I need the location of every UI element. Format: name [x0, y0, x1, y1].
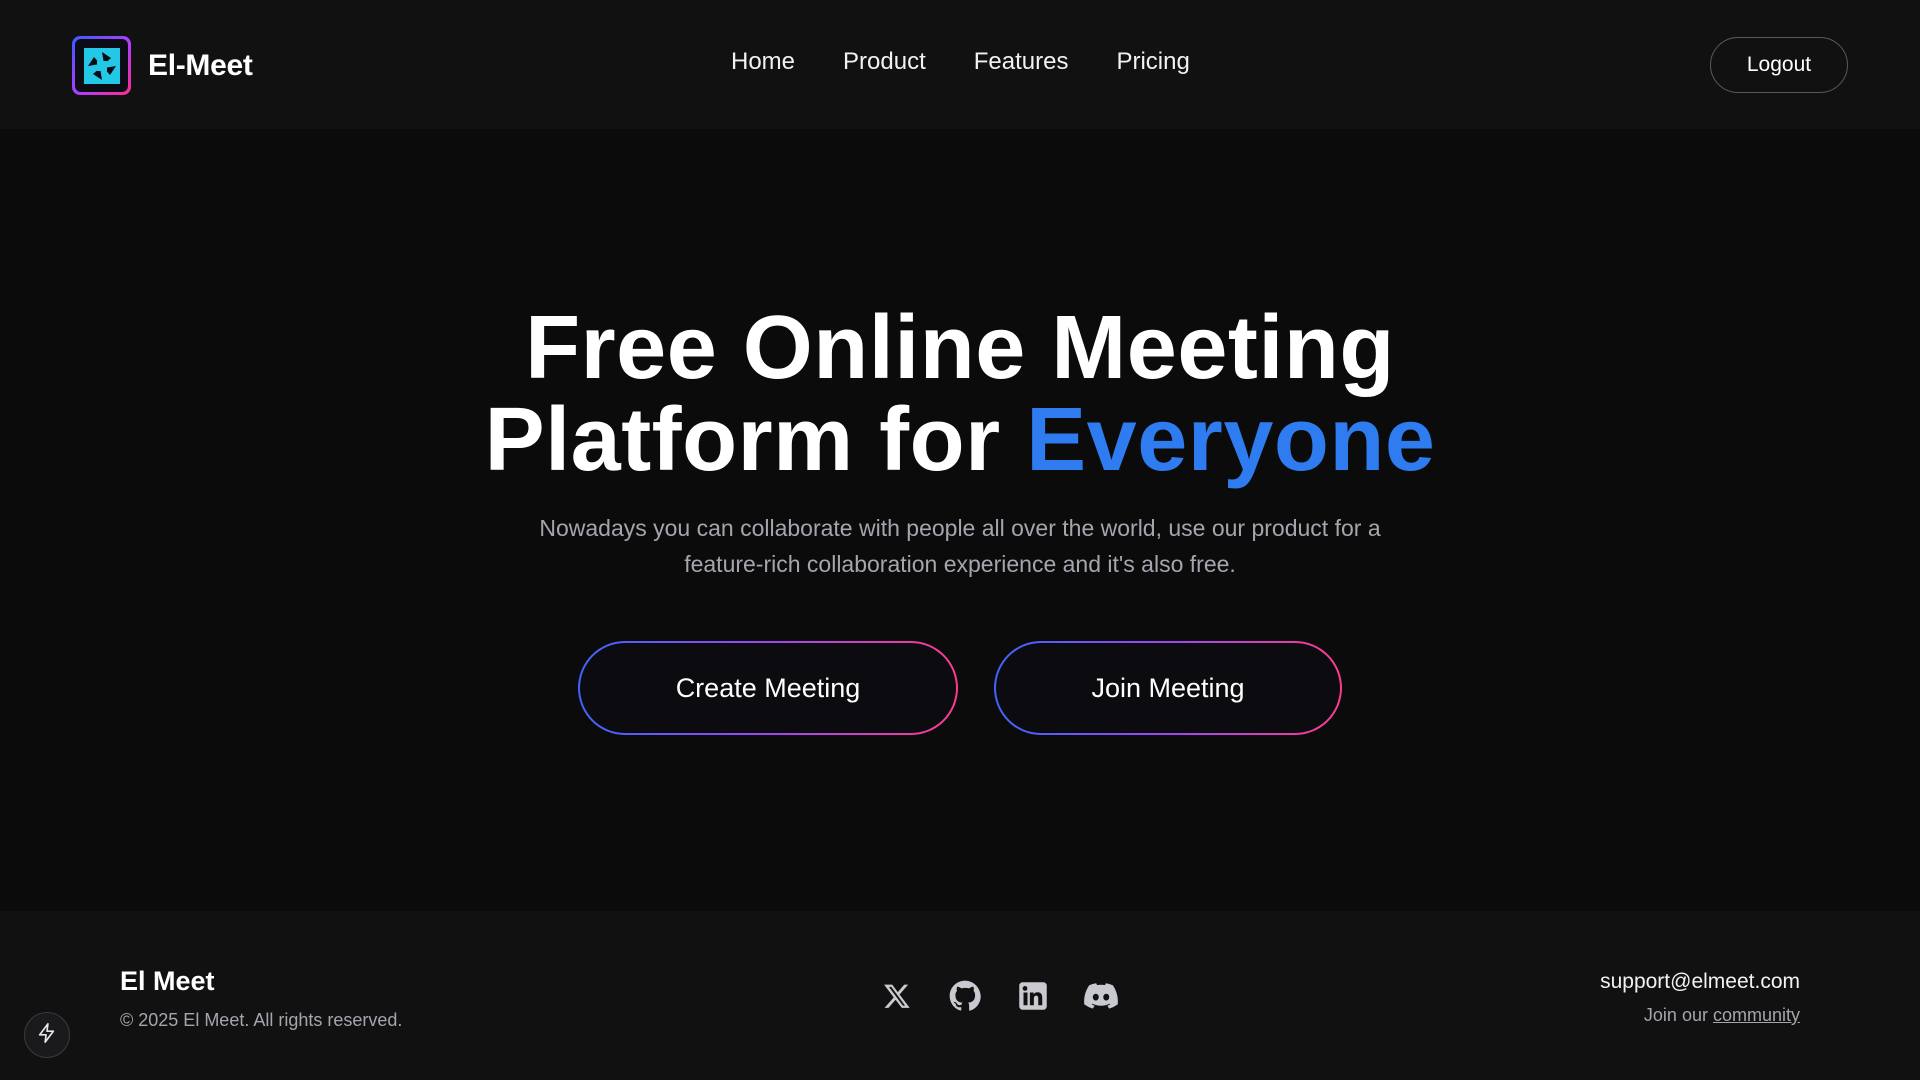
aperture-icon — [75, 39, 128, 92]
bolt-icon — [36, 1022, 58, 1049]
logo[interactable] — [72, 36, 131, 95]
github-icon[interactable] — [948, 979, 982, 1013]
support-email[interactable]: support@elmeet.com — [1600, 970, 1800, 994]
x-icon[interactable] — [880, 979, 914, 1013]
create-meeting-label: Create Meeting — [580, 643, 956, 733]
hero-title-accent: Everyone — [1026, 390, 1436, 490]
footer-brand: El Meet — [120, 966, 215, 996]
main-nav: Home Product Features Pricing — [731, 48, 1190, 76]
footer: El Meet © 2025 El Meet. All rights reser… — [0, 911, 1920, 1080]
nav-home[interactable]: Home — [731, 48, 795, 76]
logout-button[interactable]: Logout — [1710, 37, 1848, 93]
social-links — [880, 979, 1118, 1013]
nav-pricing[interactable]: Pricing — [1116, 48, 1189, 76]
nav-features[interactable]: Features — [974, 48, 1069, 76]
discord-icon[interactable] — [1084, 979, 1118, 1013]
community-text: Join our community — [1644, 1005, 1800, 1026]
top-navbar: El-Meet Home Product Features Pricing Lo… — [0, 0, 1920, 129]
hero-subtitle: Nowadays you can collaborate with people… — [539, 515, 1381, 577]
footer-copyright: © 2025 El Meet. All rights reserved. — [120, 1010, 403, 1030]
community-link[interactable]: community — [1713, 1005, 1800, 1025]
brand[interactable]: El-Meet — [72, 36, 253, 95]
hero-title-line1: Free Online Meeting — [525, 298, 1395, 398]
linkedin-icon[interactable] — [1016, 979, 1050, 1013]
join-meeting-label: Join Meeting — [996, 643, 1340, 733]
hero-title-line2: Platform for — [484, 390, 1027, 490]
join-meeting-button[interactable]: Join Meeting — [994, 641, 1342, 735]
nav-product[interactable]: Product — [843, 48, 926, 76]
brand-name[interactable]: El-Meet — [148, 49, 253, 83]
community-prefix: Join our — [1643, 1005, 1713, 1025]
hero-title: Free Online Meeting Platform for Everyon… — [0, 302, 1920, 486]
create-meeting-button[interactable]: Create Meeting — [578, 641, 958, 735]
bolt-button[interactable] — [24, 1012, 70, 1058]
